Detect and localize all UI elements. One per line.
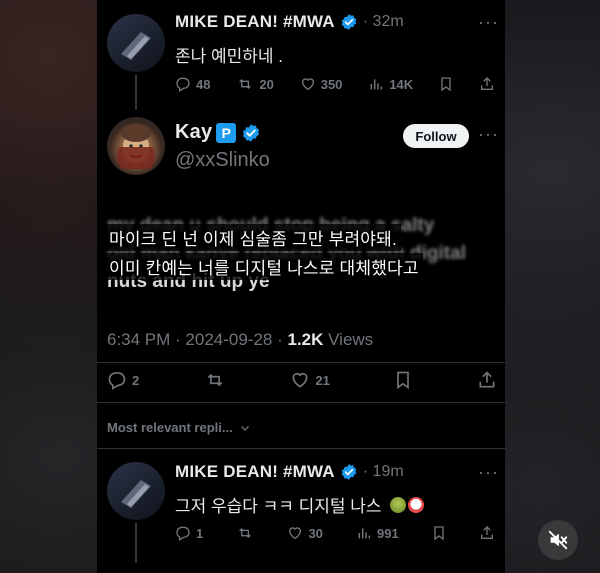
like-icon: [289, 527, 302, 540]
share-button[interactable]: [479, 525, 495, 541]
share-button[interactable]: [477, 370, 497, 390]
mute-icon: [548, 530, 568, 550]
avatar[interactable]: [107, 117, 165, 175]
reply-text: 존나 예민하네 .: [175, 47, 284, 66]
divider: [97, 362, 505, 363]
author-name[interactable]: MIKE DEAN! #MWA: [175, 12, 335, 32]
chevron-down-icon: [240, 425, 249, 431]
views-button[interactable]: 991: [356, 525, 399, 541]
action-bar: 1 30 991: [175, 522, 495, 544]
repost-button[interactable]: [204, 370, 226, 390]
like-count: 350: [320, 76, 343, 92]
bookmark-icon: [397, 371, 410, 390]
reply-count: 1: [196, 525, 204, 541]
views-icon: [370, 79, 383, 90]
follow-button[interactable]: Follow: [403, 124, 469, 148]
share-icon: [480, 77, 493, 90]
author-name[interactable]: MIKE DEAN! #MWA: [175, 462, 335, 482]
divider: [97, 402, 505, 403]
thread-line: [135, 75, 137, 110]
reply-sort-dropdown[interactable]: Most relevant repli...: [107, 420, 251, 435]
author-handle[interactable]: @xxSlinko: [175, 149, 270, 172]
like-button[interactable]: 30: [287, 525, 323, 541]
subtitle-line: 이미 칸예는 너를 디지털 나스로 대체했다고: [105, 253, 423, 280]
like-icon: [292, 372, 308, 388]
reply-icon: [108, 372, 126, 390]
reply-button[interactable]: 48: [175, 76, 210, 92]
verified-icon: [243, 123, 260, 142]
repost-icon: [239, 79, 252, 89]
repost-button[interactable]: [236, 525, 254, 541]
action-bar: 2 21: [107, 369, 497, 391]
bookmark-button[interactable]: [432, 525, 446, 541]
reply-button[interactable]: 1: [175, 525, 203, 541]
reply-text: 그저 우습다 ㅋㅋ 디지털 나스: [175, 497, 382, 516]
like-button[interactable]: 350: [300, 76, 343, 92]
reply-icon: [176, 526, 190, 541]
avatar[interactable]: [107, 462, 165, 520]
post-time: · 19m: [362, 463, 404, 480]
like-count: 30: [308, 525, 323, 541]
view-count: 991: [377, 525, 399, 541]
timestamp-text[interactable]: 6:34 PM · 2024-09-28 ·: [107, 330, 287, 349]
more-icon[interactable]: ···: [478, 12, 499, 33]
author-row: MIKE DEAN! #MWA · 19m: [175, 460, 404, 484]
like-button[interactable]: 21: [290, 370, 330, 390]
reply-text-row: 그저 우습다 ㅋㅋ 디지털 나스: [175, 492, 424, 517]
reply-sort-label: Most relevant repli...: [107, 420, 233, 435]
bookmark-icon: [434, 526, 444, 541]
clown-face-emoji: [407, 496, 424, 513]
avatar[interactable]: [107, 14, 165, 72]
subtitle-line: 마이크 딘 넌 이제 심술좀 그만 부려야돼.: [105, 224, 401, 251]
reply-top[interactable]: MIKE DEAN! #MWA · 32m ··· 존나 예민하네 . 48 2…: [97, 0, 505, 110]
verified-icon: [341, 464, 356, 480]
reply-button[interactable]: 2: [107, 370, 139, 390]
tweet-timestamp: 6:34 PM · 2024-09-28 · 1.2K Views: [107, 330, 373, 350]
mute-toggle-button[interactable]: [538, 520, 578, 560]
share-icon: [479, 371, 495, 388]
more-icon[interactable]: ···: [478, 124, 499, 145]
views-button[interactable]: 14K: [368, 76, 413, 92]
like-count: 21: [315, 372, 330, 388]
reply-count: 2: [132, 372, 140, 388]
repost-button[interactable]: 20: [236, 76, 274, 92]
views-count: 1.2K: [287, 330, 324, 349]
affiliate-badge: P: [216, 122, 237, 143]
author-name[interactable]: Kay: [175, 121, 212, 144]
bookmark-icon: [441, 77, 451, 92]
like-icon: [301, 78, 314, 91]
bookmark-button[interactable]: [394, 370, 412, 390]
divider: [97, 448, 505, 449]
repost-icon: [239, 528, 252, 538]
author-row: MIKE DEAN! #MWA · 32m: [175, 10, 404, 34]
thread-line: [135, 523, 137, 563]
repost-count: 20: [259, 76, 274, 92]
view-count: 14K: [389, 76, 414, 92]
share-icon: [480, 526, 493, 539]
tweet-screen: MIKE DEAN! #MWA · 32m ··· 존나 예민하네 . 48 2…: [97, 0, 505, 573]
post-time: · 32m: [362, 13, 404, 30]
bookmark-button[interactable]: [439, 76, 453, 92]
author-row: Kay P: [175, 121, 261, 144]
views-label: Views: [323, 330, 374, 349]
views-icon: [358, 528, 371, 539]
more-icon[interactable]: ···: [478, 462, 499, 483]
verified-icon: [341, 14, 356, 30]
reply-icon: [176, 77, 190, 92]
repost-icon: [207, 373, 223, 387]
video-subtitle: 마이크 딘 넌 이제 심술좀 그만 부려야돼. 이미 칸예는 너를 디지털 나스…: [105, 224, 497, 282]
reply-count: 48: [196, 76, 211, 92]
action-bar: 48 20 350 14K: [175, 73, 495, 95]
share-button[interactable]: [479, 76, 495, 92]
nauseated-face-emoji: [389, 496, 406, 513]
